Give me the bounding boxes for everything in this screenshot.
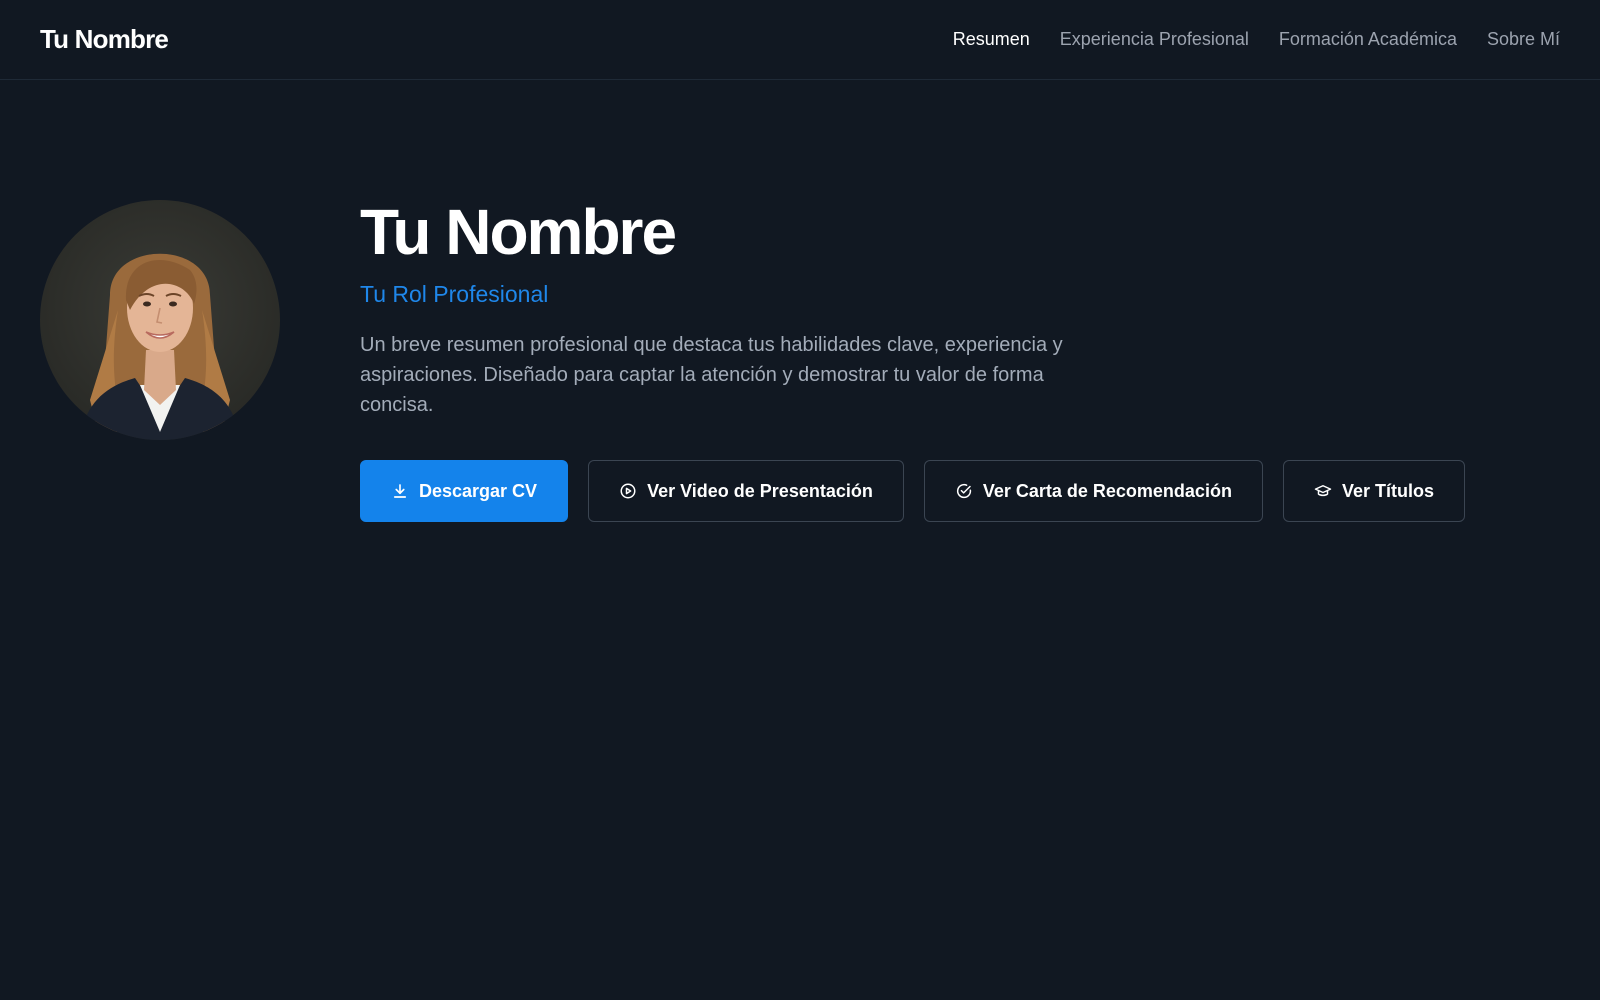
nav-link-sobre-mi[interactable]: Sobre Mí xyxy=(1487,29,1560,50)
hero-actions: Descargar CV Ver Video de Presentación V… xyxy=(360,460,1480,522)
brand-logo[interactable]: Tu Nombre xyxy=(40,24,169,55)
nav-link-formacion[interactable]: Formación Académica xyxy=(1279,29,1457,50)
view-degrees-label: Ver Títulos xyxy=(1341,480,1434,501)
profile-name: Tu Nombre xyxy=(360,196,677,268)
profile-summary: Un breve resumen profesional que destaca… xyxy=(360,334,1063,416)
nav-link-resumen[interactable]: Resumen xyxy=(953,29,1030,50)
hero-section: Tu Nombre Tu Rol Profesional Un breve re… xyxy=(40,200,1560,522)
recommendation-letter-button[interactable]: Ver Carta de Recomendación xyxy=(923,460,1263,522)
graduation-cap-icon xyxy=(1314,485,1332,497)
profile-role: Tu Rol Profesional xyxy=(360,281,549,307)
hero-content: Tu Nombre Tu Rol Profesional Un breve re… xyxy=(360,200,1480,522)
check-circle-icon xyxy=(956,483,971,499)
download-icon xyxy=(393,484,407,498)
watch-video-button[interactable]: Ver Video de Presentación xyxy=(588,460,904,522)
nav-link-experiencia[interactable]: Experiencia Profesional xyxy=(1060,29,1249,50)
main-nav: Resumen Experiencia Profesional Formació… xyxy=(953,29,1560,50)
download-cv-label: Descargar CV xyxy=(419,480,538,501)
view-degrees-button[interactable]: Ver Títulos xyxy=(1282,460,1465,522)
play-circle-icon xyxy=(620,483,636,499)
watch-video-label: Ver Video de Presentación xyxy=(647,480,873,501)
top-navbar: Tu Nombre Resumen Experiencia Profesiona… xyxy=(0,0,1600,80)
recommendation-letter-label: Ver Carta de Recomendación xyxy=(982,480,1232,501)
profile-photo-illustration xyxy=(80,253,240,440)
profile-photo xyxy=(40,200,280,440)
download-cv-button[interactable]: Descargar CV xyxy=(360,460,569,522)
